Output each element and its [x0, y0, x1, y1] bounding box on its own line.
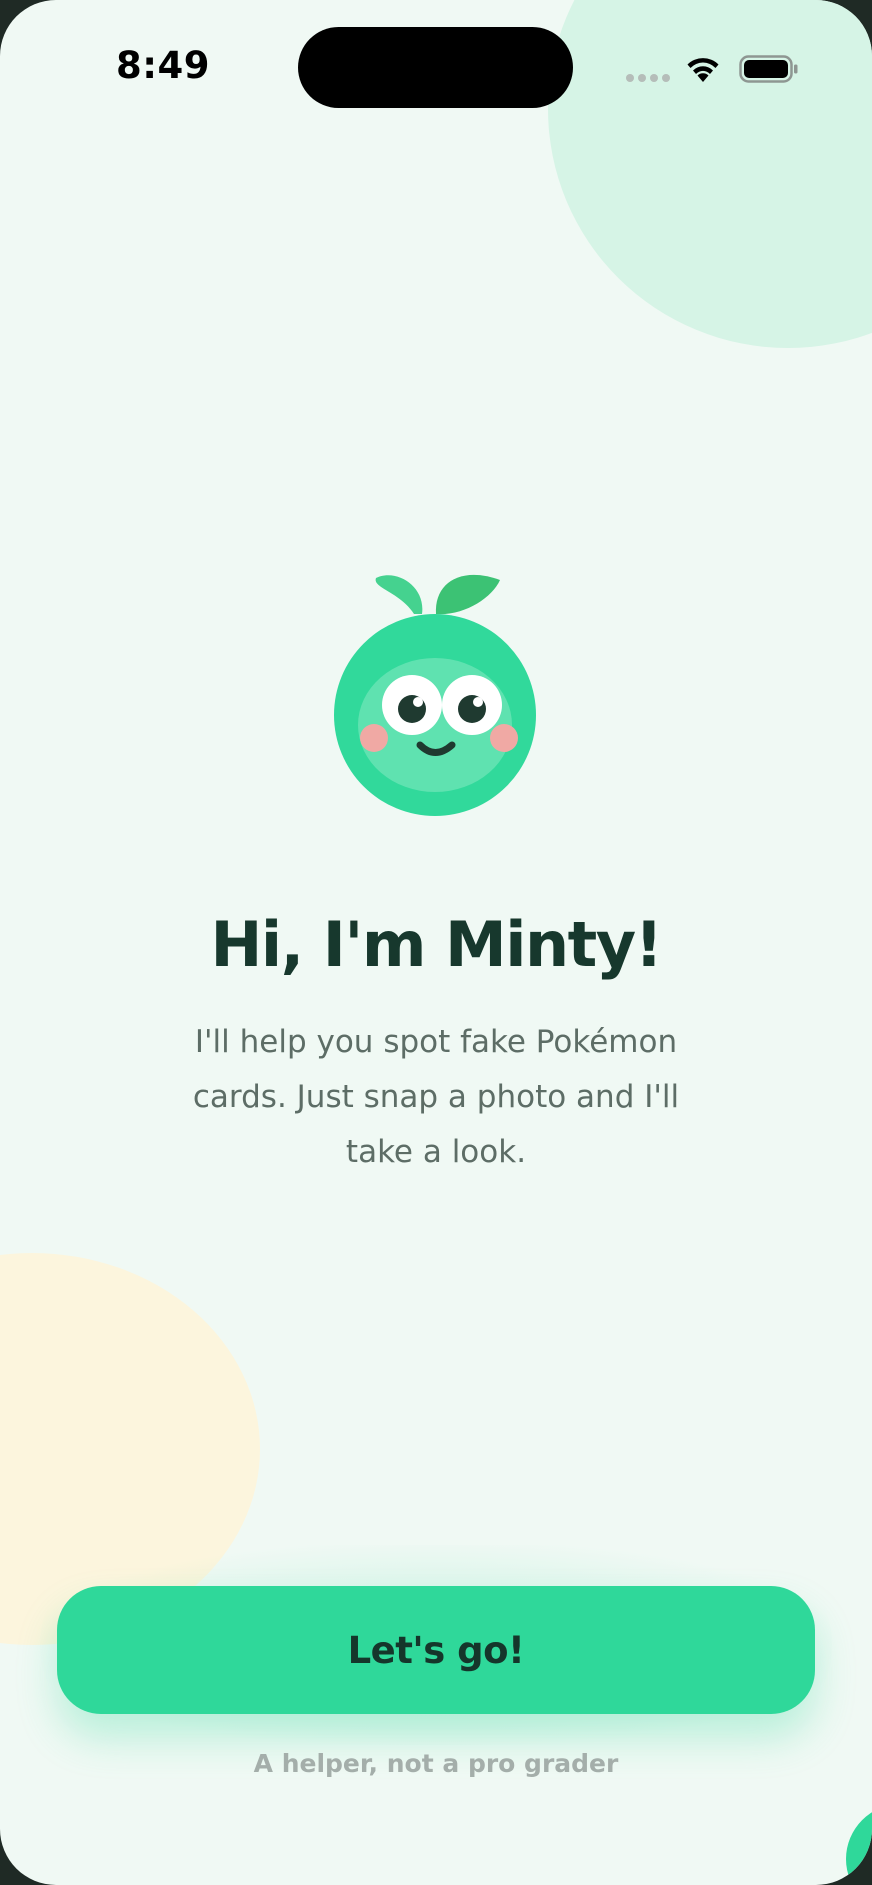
- wifi-icon: [687, 58, 719, 82]
- decorative-blob-top: [548, 0, 872, 348]
- decorative-blob-bottom-right: [846, 1804, 872, 1885]
- dynamic-island: [298, 27, 573, 108]
- onboarding-screen: 8:49 Hi, I'm Minty! I'll help you spot f…: [0, 0, 872, 1885]
- lets-go-button[interactable]: Let's go!: [57, 1586, 815, 1714]
- minty-mascot-icon: [334, 574, 536, 816]
- disclaimer-text: A helper, not a pro grader: [253, 1749, 619, 1778]
- welcome-title: Hi, I'm Minty!: [210, 908, 663, 981]
- status-bar-time: 8:49: [116, 44, 211, 87]
- welcome-description: I'll help you spot fake Pokémon cards. J…: [192, 1024, 680, 1170]
- signal-icon: [626, 74, 672, 84]
- battery-icon: [739, 55, 798, 83]
